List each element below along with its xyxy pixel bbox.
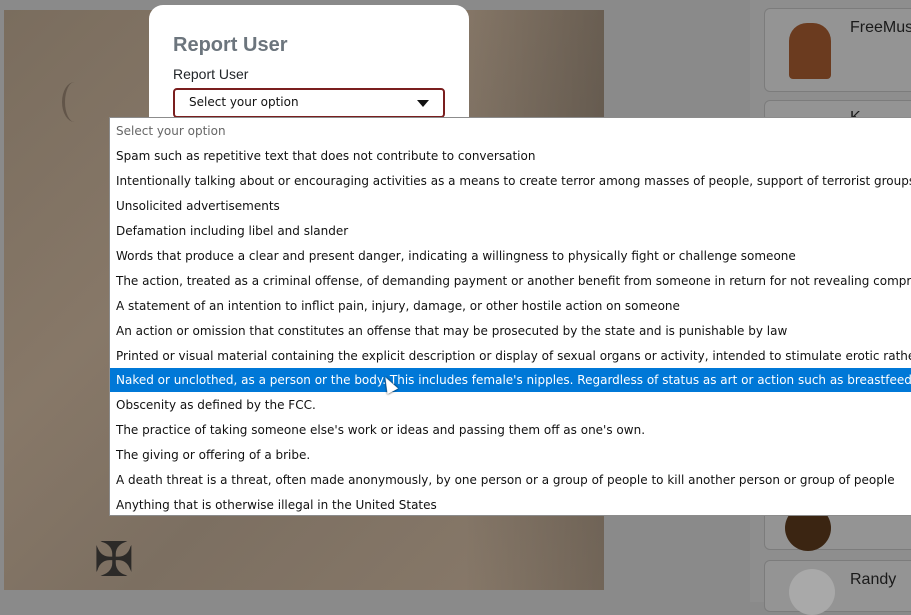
dropdown-option[interactable]: Unsolicited advertisements — [110, 194, 911, 218]
sidebar-card-name: Randy — [850, 571, 897, 588]
dropdown-option[interactable]: The practice of taking someone else's wo… — [110, 418, 911, 442]
dropdown-option[interactable]: Printed or visual material containing th… — [110, 344, 911, 368]
select-value: Select your option — [189, 95, 299, 109]
sidebar-card[interactable]: Randy — [764, 560, 911, 615]
dropdown-option[interactable]: Obscenity as defined by the FCC. — [110, 393, 911, 417]
sidebar-card-name: FreeMus — [850, 19, 911, 36]
dropdown-option[interactable]: Select your option — [110, 119, 911, 143]
report-reason-dropdown[interactable]: Select your option Spam such as repetiti… — [109, 117, 911, 516]
dropdown-option[interactable]: Spam such as repetitive text that does n… — [110, 144, 911, 168]
photo-detail — [62, 82, 87, 122]
dropdown-option[interactable]: An action or omission that constitutes a… — [110, 319, 911, 343]
dropdown-option[interactable]: The action, treated as a criminal offens… — [110, 269, 911, 293]
dropdown-option[interactable]: Words that produce a clear and present d… — [110, 244, 911, 268]
chevron-down-icon — [417, 100, 429, 107]
dropdown-option[interactable]: A death threat is a threat, often made a… — [110, 468, 911, 492]
report-reason-select[interactable]: Select your option — [173, 88, 445, 118]
dropdown-option[interactable]: Anything that is otherwise illegal in th… — [110, 493, 911, 515]
tattoo-mark: ✠ — [93, 532, 135, 588]
dropdown-option[interactable]: Intentionally talking about or encouragi… — [110, 169, 911, 193]
report-reason-label: Report User — [173, 66, 249, 82]
dropdown-option-selected[interactable]: Naked or unclothed, as a person or the b… — [110, 368, 911, 392]
dropdown-option[interactable]: A statement of an intention to inflict p… — [110, 294, 911, 318]
dropdown-option[interactable]: Defamation including libel and slander — [110, 219, 911, 243]
sidebar-card[interactable]: FreeMus — [764, 8, 911, 92]
clock-icon — [789, 569, 835, 615]
dropdown-option[interactable]: The giving or offering of a bribe. — [110, 443, 911, 467]
modal-title: Report User — [173, 34, 288, 56]
jukebox-icon — [789, 23, 831, 79]
